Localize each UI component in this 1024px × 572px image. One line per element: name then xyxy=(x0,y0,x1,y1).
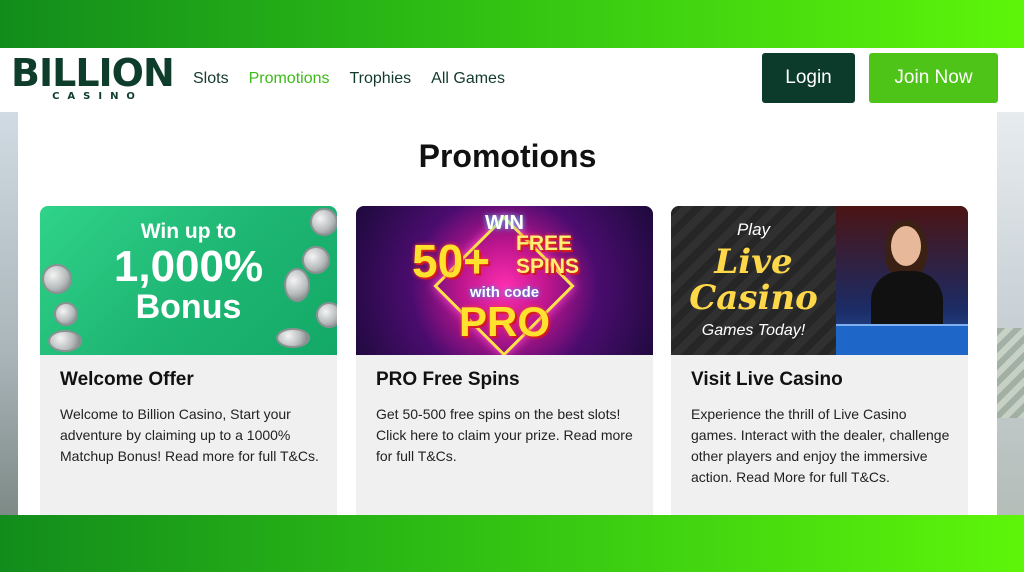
nav-item-promotions[interactable]: Promotions xyxy=(249,69,330,89)
promotions-panel: Promotions Win up to 1,000% Bonus Welcom… xyxy=(18,112,997,515)
nav-item-all-games[interactable]: All Games xyxy=(431,69,505,89)
logo-word: BILLION xyxy=(11,51,175,95)
banner-line-2: 1,000% xyxy=(113,242,264,291)
nav-item-trophies[interactable]: Trophies xyxy=(350,69,412,89)
banner-line-3: Bonus xyxy=(135,288,242,326)
card-title[interactable]: Visit Live Casino xyxy=(691,369,843,391)
promo-card-welcome-offer[interactable]: Win up to 1,000% Bonus Welcome Offer Wel… xyxy=(40,206,337,515)
banner-line-1: Win up to xyxy=(140,220,237,243)
banner-line-5: PRO xyxy=(458,298,550,345)
dealer-face xyxy=(891,226,921,266)
top-frame-band xyxy=(0,0,1024,48)
nav-item-slots[interactable]: Slots xyxy=(193,69,229,89)
login-button[interactable]: Login xyxy=(762,53,855,103)
site-header: BILLION CASINO Slots Promotions Trophies… xyxy=(0,48,1024,112)
banner-line-2: Live xyxy=(714,242,793,282)
casino-table xyxy=(836,324,968,355)
background-left xyxy=(0,112,18,515)
card-title[interactable]: PRO Free Spins xyxy=(376,369,520,391)
card-description: Experience the thrill of Live Casino gam… xyxy=(691,406,950,485)
site-viewport: BILLION CASINO Slots Promotions Trophies… xyxy=(0,48,1024,515)
banner-line-1: Play xyxy=(736,220,771,239)
dealer-body xyxy=(871,271,943,331)
pro-free-spins-banner[interactable]: WIN 50+ FREE SPINS with code PRO xyxy=(356,206,653,355)
background-right xyxy=(997,112,1024,515)
banner-line-4: Games Today! xyxy=(701,322,806,339)
banner-line-3: Casino xyxy=(689,278,818,318)
billion-casino-logo[interactable]: BILLION CASINO xyxy=(11,53,176,105)
promo-card-visit-live-casino[interactable]: Play Live Casino Games Today! Visit Live… xyxy=(671,206,968,515)
bottom-frame-band xyxy=(0,515,1024,572)
promo-card-pro-free-spins[interactable]: WIN 50+ FREE SPINS with code PRO PRO Fre… xyxy=(356,206,653,515)
welcome-offer-banner[interactable]: Win up to 1,000% Bonus xyxy=(40,206,337,355)
main-nav: Slots Promotions Trophies All Games xyxy=(193,69,505,89)
card-description: Welcome to Billion Casino, Start your ad… xyxy=(60,406,319,464)
coin-icon xyxy=(276,328,310,348)
card-title[interactable]: Welcome Offer xyxy=(60,369,194,391)
page-title: Promotions xyxy=(418,138,597,174)
live-casino-banner[interactable]: Play Live Casino Games Today! xyxy=(671,206,968,355)
background-banknote xyxy=(997,328,1024,418)
coin-icon xyxy=(48,330,82,352)
banner-line-3: FREE SPINS xyxy=(516,232,580,278)
join-now-button[interactable]: Join Now xyxy=(869,53,998,103)
card-description: Get 50-500 free spins on the best slots!… xyxy=(376,406,633,464)
banner-line-2: 50+ xyxy=(412,235,491,287)
